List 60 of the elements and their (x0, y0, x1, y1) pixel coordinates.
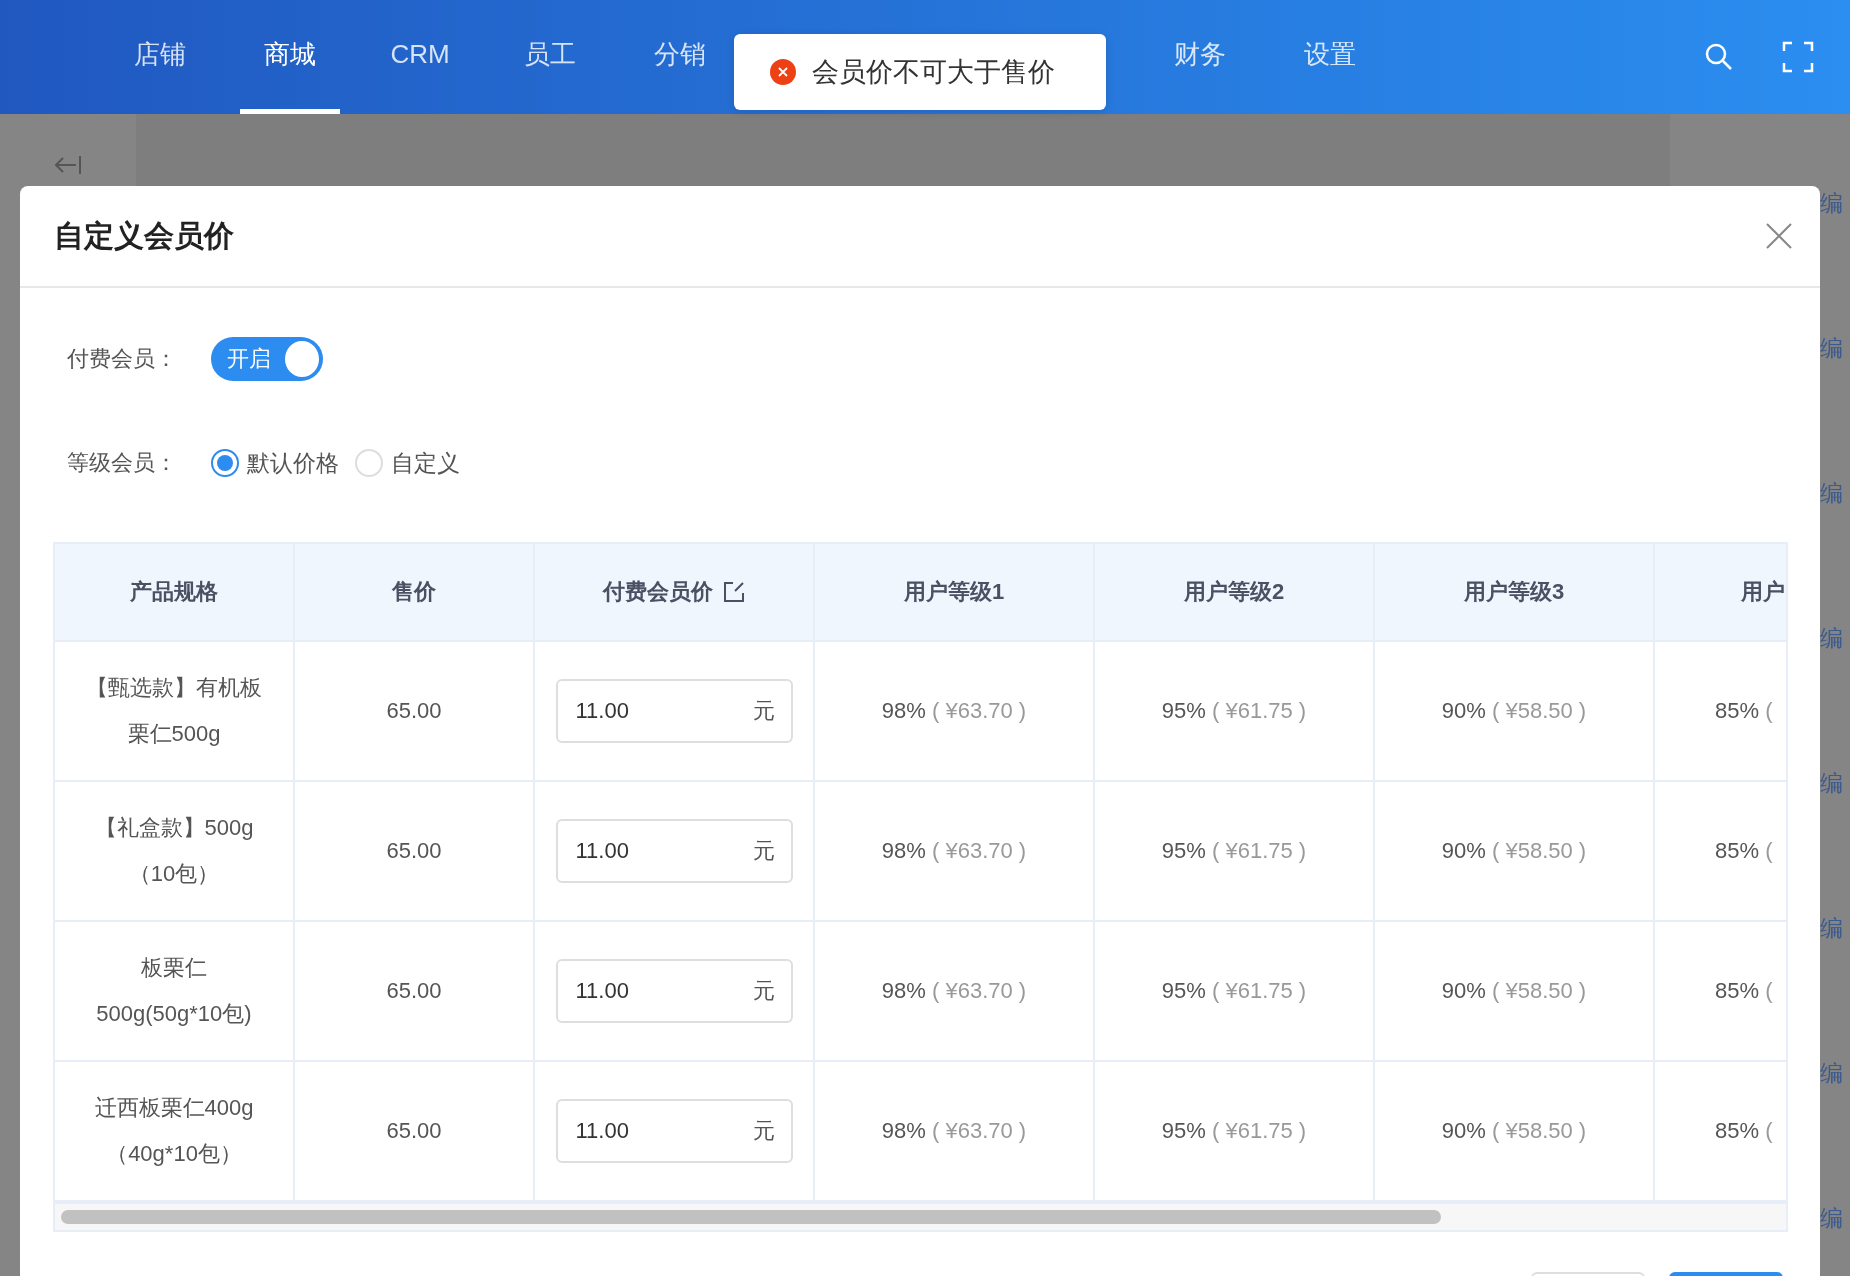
table-cell-text: 【甄选款】有机板栗仁500g (85, 674, 263, 748)
price-field[interactable]: 11.00 元 (555, 679, 793, 743)
search-icon[interactable] (1704, 42, 1734, 72)
toggle-switch[interactable]: 开启 (211, 337, 323, 381)
field-label: 付费会员： (67, 345, 178, 373)
close-icon[interactable] (1766, 223, 1792, 249)
edit-icon[interactable] (723, 581, 745, 603)
price-field[interactable]: 11.00 元 (555, 1099, 793, 1163)
price-field[interactable]: 11.00 元 (555, 819, 793, 883)
dialog-title: 自定义会员价 (54, 217, 234, 254)
header-text: 用户等级3 (1463, 578, 1565, 606)
field-label: 等级会员： (67, 449, 178, 477)
nav-tab[interactable]: CRM (370, 0, 470, 114)
price-input[interactable]: 11.00 (573, 697, 708, 725)
header-text: 用户等级1 (903, 578, 1005, 606)
table-cell: 98% ( ¥63.70 ) (881, 698, 1027, 724)
table-cell-text: 迁西板栗仁400g（40g*10包） (93, 1094, 255, 1168)
table-cell: 95% ( ¥61.75 ) (1161, 698, 1307, 724)
nav-tab[interactable]: 店铺 (110, 0, 210, 114)
header-text: 付费会员价 (603, 578, 713, 606)
header-text: 用户 (1741, 578, 1785, 606)
table-cell: 90% ( ¥58.50 ) (1441, 838, 1587, 864)
table-cell-text: 板栗仁500g(50g*10包) (95, 954, 253, 1028)
price-field[interactable]: 11.00 元 (555, 959, 793, 1023)
table-cell: 90% ( ¥58.50 ) (1441, 698, 1587, 724)
table-cell: 98% ( ¥63.70 ) (881, 978, 1027, 1004)
table-cell: 95% ( ¥61.75 ) (1161, 978, 1307, 1004)
table-cell: 85% ( (1715, 698, 1773, 724)
price-input[interactable]: 11.00 (573, 837, 708, 865)
fullscreen-icon[interactable] (1782, 41, 1814, 73)
table-cell: 65.00 (386, 1118, 442, 1144)
table-cell: 95% ( ¥61.75 ) (1161, 1118, 1307, 1144)
nav-tab[interactable]: 财务 (1150, 0, 1250, 114)
table-cell: 65.00 (386, 698, 442, 724)
price-input[interactable]: 11.00 (573, 977, 708, 1005)
error-icon (770, 59, 796, 85)
table-cell: 90% ( ¥58.50 ) (1441, 978, 1587, 1004)
table-cell: 85% ( (1715, 978, 1773, 1004)
nav-tab[interactable]: 员工 (500, 0, 600, 114)
nav-tab[interactable]: 设置 (1280, 0, 1380, 114)
table-cell: 95% ( ¥61.75 ) (1161, 838, 1307, 864)
table-cell-text: 【礼盒款】500g（10包） (93, 814, 255, 888)
table-cell: 65.00 (386, 978, 442, 1004)
toast-text: 会员价不可大于售价 (812, 56, 1055, 89)
table-cell: 65.00 (386, 838, 442, 864)
table-cell: 98% ( ¥63.70 ) (881, 1118, 1027, 1144)
header-text: 产品规格 (130, 578, 218, 606)
radio-option[interactable]: 自定义 (355, 447, 460, 479)
price-input[interactable]: 11.00 (573, 1117, 708, 1145)
header-text: 售价 (392, 578, 436, 606)
scrollbar-thumb[interactable] (61, 1210, 1441, 1224)
collapse-icon[interactable] (54, 154, 82, 176)
table-cell: 85% ( (1715, 1118, 1773, 1144)
table-cell: 98% ( ¥63.70 ) (881, 838, 1027, 864)
table-cell: 85% ( (1715, 838, 1773, 864)
header-text: 用户等级2 (1183, 578, 1285, 606)
nav-tab[interactable]: 商城 (240, 0, 340, 114)
radio-option[interactable]: 默认价格 (211, 447, 339, 479)
nav-tab[interactable]: 分销 (630, 0, 730, 114)
table-cell: 90% ( ¥58.50 ) (1441, 1118, 1587, 1144)
